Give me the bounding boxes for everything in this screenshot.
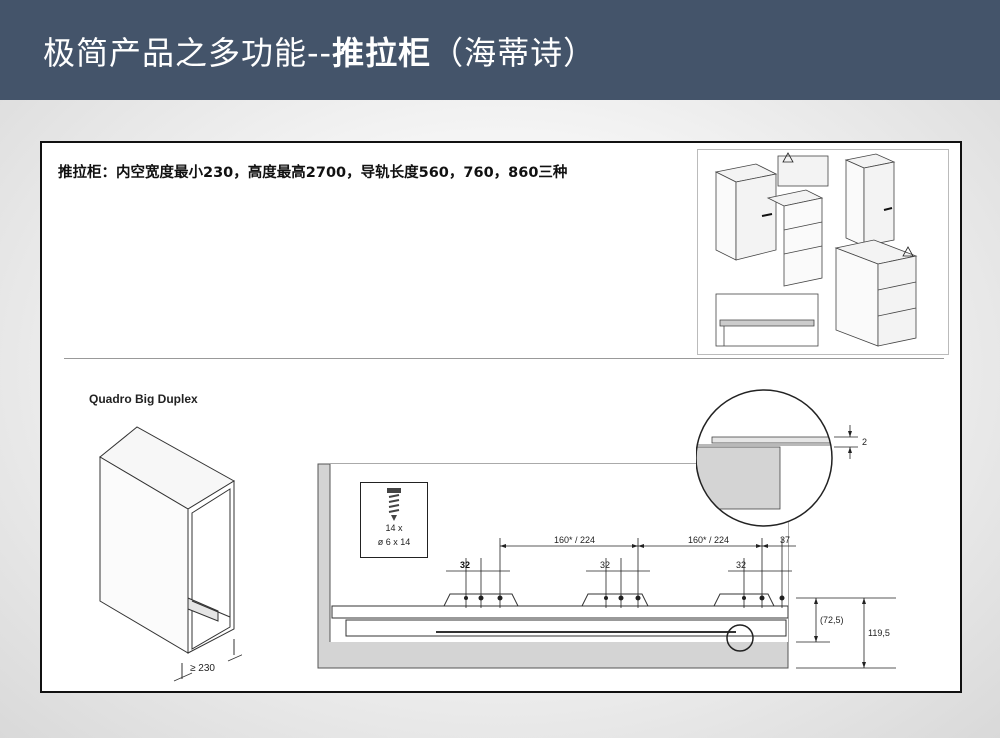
title-prefix: 极简产品之多功能-- (43, 34, 333, 72)
runner-rail (331, 605, 789, 619)
model-name: Quadro Big Duplex (89, 392, 198, 406)
section-divider (64, 358, 944, 359)
screw-icon (387, 488, 401, 521)
height-inner-label: (72,5) (820, 615, 844, 625)
spacing-label-2: 160* / 224 (688, 535, 729, 545)
offset-label-3: 32 (736, 560, 746, 570)
screw-spec-box: 14 x ø 6 x 14 (360, 482, 428, 558)
title-suffix: （海蒂诗） (431, 34, 597, 72)
cabinet-isometric (99, 426, 242, 682)
min-width-label: ≥ 230 (190, 663, 215, 674)
screw-size: ø 6 x 14 (377, 537, 411, 547)
offset-label-2: 32 (600, 560, 610, 570)
spacing-label-1: 160* / 224 (554, 535, 595, 545)
spacing-end-label: 37 (780, 535, 790, 545)
slide-title: 极简产品之多功能--推拉柜（海蒂诗） (43, 28, 596, 74)
installation-svg (714, 152, 918, 347)
spec-text: 推拉柜：内空宽度最小230，高度最高2700，导轨长度560，760，860三种 (58, 165, 568, 181)
title-bold: 推拉柜 (332, 34, 432, 72)
content-frame: 推拉柜：内空宽度最小230，高度最高2700，导轨长度560，760，860三种 (40, 141, 962, 693)
installation-illustration (697, 149, 949, 355)
slide-header: 极简产品之多功能--推拉柜（海蒂诗） (0, 0, 1000, 100)
offset-label-1: 32 (460, 560, 470, 570)
screw-count: 14 x (385, 523, 403, 533)
detail-gap-label: 2 (862, 437, 867, 447)
height-total-label: 119,5 (868, 628, 890, 638)
detail-magnifier: 2 (696, 389, 867, 527)
runner-lower (345, 619, 787, 637)
cabinet-front (187, 480, 235, 654)
